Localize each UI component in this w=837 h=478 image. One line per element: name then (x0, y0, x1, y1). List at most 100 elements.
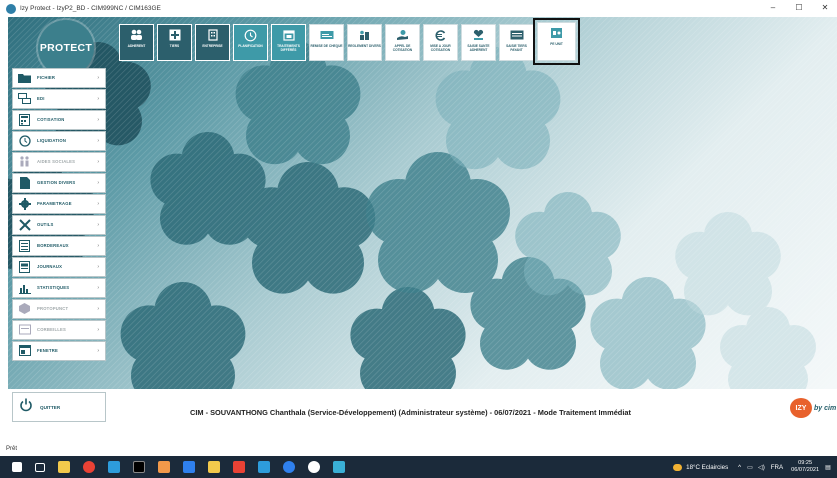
menu-item-label: PROTOPUNCT (37, 306, 69, 312)
toolbar-entreprise-button[interactable]: ENTREPRISE (195, 24, 230, 61)
network-tray-icon[interactable]: ▭ (747, 464, 753, 471)
bar-chart-icon (18, 282, 31, 294)
minimize-button[interactable]: – (764, 2, 782, 14)
volume-icon[interactable]: ◁) (758, 464, 765, 471)
chevron-right-icon: › (97, 285, 99, 291)
window-icon (18, 345, 31, 357)
izy-brand-logo: IZY by cim (790, 398, 836, 418)
edge-icon[interactable] (283, 461, 295, 473)
document-icon (18, 176, 31, 189)
calculator-icon (18, 113, 31, 126)
menu-item-gestion-divers[interactable]: GESTION DIVERS › (12, 173, 106, 193)
clock[interactable]: 09:25 06/07/2021 (791, 460, 819, 474)
menu-item-label: GESTION DIVERS (37, 180, 76, 186)
menu-item-outils[interactable]: OUTILS › (12, 215, 106, 235)
taskbar: 18°C Eclaircies ^ ▭ ◁) FRA 09:25 06/07/2… (0, 456, 837, 478)
toolbar-label: TIERS (169, 44, 180, 48)
chevron-right-icon: › (97, 159, 99, 165)
building-icon (206, 28, 220, 42)
clock-icon (244, 28, 258, 42)
store-icon[interactable] (58, 461, 70, 473)
folder-icon (18, 72, 31, 84)
chrome-icon[interactable] (83, 461, 95, 473)
toolbar-traitements-differes-button[interactable]: TRAITEMENTS DIFFÉRÉS (271, 24, 306, 61)
menu-item-label: STATISTIQUES (37, 285, 70, 291)
toolbar-adherent-button[interactable]: ADHERENT (119, 24, 154, 61)
menu-item-bordereaux[interactable]: BORDEREAUX › (12, 236, 106, 256)
vscode-icon[interactable] (183, 461, 195, 473)
start-icon[interactable] (12, 462, 22, 472)
calculator-app-icon[interactable] (258, 461, 270, 473)
chevron-right-icon: › (97, 117, 99, 123)
main-canvas (8, 17, 837, 389)
menu-item-cotisation[interactable]: COTISATION › (12, 110, 106, 130)
menu-item-label: FICHIER (37, 75, 56, 81)
close-button[interactable]: ✕ (816, 2, 834, 14)
toolbar-reglement-divers-button[interactable]: REGLEMENT DIVERS (347, 24, 382, 61)
network-icon (18, 93, 31, 105)
toolbar-saisie-sante-button[interactable]: SAISIE SANTE ADHERENT (461, 24, 496, 61)
journal-icon (18, 260, 31, 273)
toolbar-appel-cotisation-button[interactable]: APPEL DE COTISATION (385, 24, 420, 61)
toolbar-tiers-button[interactable]: TIERS (157, 24, 192, 61)
sublime-icon[interactable] (158, 461, 170, 473)
menu-item-label: PARAMETRAGE (37, 201, 72, 207)
menu-item-parametrage[interactable]: PARAMETRAGE › (12, 194, 106, 214)
toolbar-label: APPEL DE COTISATION (392, 44, 413, 52)
menu-item-label: AIDES SOCIALES (37, 159, 76, 165)
menu-item-journaux[interactable]: JOURNAUX › (12, 257, 106, 277)
menu-item-fichier[interactable]: FICHIER › (12, 68, 106, 88)
toolbar-pe-unit-button[interactable]: PE UNIT (533, 18, 580, 65)
menu-item-aides-sociales: AIDES SOCIALES › (12, 152, 106, 172)
menu-item-statistiques[interactable]: STATISTIQUES › (12, 278, 106, 298)
menu-item-protopunct: PROTOPUNCT › (12, 299, 106, 319)
menu-item-fenetre[interactable]: FENETRE › (12, 341, 106, 361)
family-icon (18, 156, 31, 168)
chevron-right-icon: › (97, 180, 99, 186)
toolbar-label: TRAITEMENTS DIFFÉRÉS (277, 44, 300, 52)
menu-item-edi[interactable]: EDI › (12, 89, 106, 109)
app-window: Izy Protect - IzyP2_BD - CIM999NC / CIM1… (0, 0, 837, 478)
toolbar-label: PE UNIT (550, 42, 563, 46)
menu-item-label: CORBEILLES (37, 327, 66, 333)
menu-item-label: LIQUIDATION (37, 138, 67, 144)
cube-icon (18, 303, 31, 315)
tray-chevron-icon[interactable]: ^ (738, 464, 741, 471)
toolbar-label: SAISIE SANTE ADHERENT (467, 44, 490, 52)
toolbar-label: PLANIFICATION (238, 44, 263, 48)
toolbar-remise-cheque-button[interactable]: REMISE DE CHEQUE (309, 24, 344, 61)
plus-square-icon (168, 28, 182, 42)
menu-item-label: JOURNAUX (37, 264, 63, 270)
terminal-icon[interactable] (133, 461, 145, 473)
chevron-right-icon: › (97, 138, 99, 144)
menu-item-liquidation[interactable]: LIQUIDATION › (12, 131, 106, 151)
weather-text[interactable]: 18°C Eclaircies (686, 464, 728, 471)
task-view-icon[interactable] (35, 462, 45, 472)
chevron-right-icon: › (97, 75, 99, 81)
hand-coin-icon (396, 28, 410, 42)
quit-button[interactable]: QUITTER (12, 392, 106, 422)
background-pattern (8, 17, 837, 389)
toolbar-label: ENTREPRISE (202, 44, 223, 48)
explorer-icon[interactable] (208, 461, 220, 473)
people-app-icon[interactable] (108, 461, 120, 473)
toolbar-maj-cotisation-button[interactable]: MISE A JOUR COTISATION (423, 24, 458, 61)
language-indicator[interactable]: FRA (771, 464, 783, 471)
chevron-right-icon: › (97, 96, 99, 102)
maximize-button[interactable]: ☐ (790, 2, 808, 14)
by-cim-text: by cim (814, 404, 837, 412)
toolbar-saisie-tiers-payant-button[interactable]: SAISIE TIERS PAYANT (499, 24, 534, 61)
tiers-payant-icon (510, 28, 524, 42)
chevron-right-icon: › (97, 306, 99, 312)
app-icon-white[interactable] (308, 461, 320, 473)
toolbar-label: SAISIE TIERS PAYANT (506, 44, 527, 52)
izy-app-icon[interactable] (333, 461, 345, 473)
chevron-right-icon: › (97, 201, 99, 207)
weather-icon[interactable] (673, 463, 683, 471)
menu-item-corbeilles: CORBEILLES › (12, 320, 106, 340)
toolbar-planification-button[interactable]: PLANIFICATION (233, 24, 268, 61)
notifications-icon[interactable]: ▤ (825, 464, 831, 471)
toolbar-label: REGLEMENT DIVERS (348, 44, 381, 48)
app-icon-red[interactable] (233, 461, 245, 473)
menu-item-label: OUTILS (37, 222, 54, 228)
